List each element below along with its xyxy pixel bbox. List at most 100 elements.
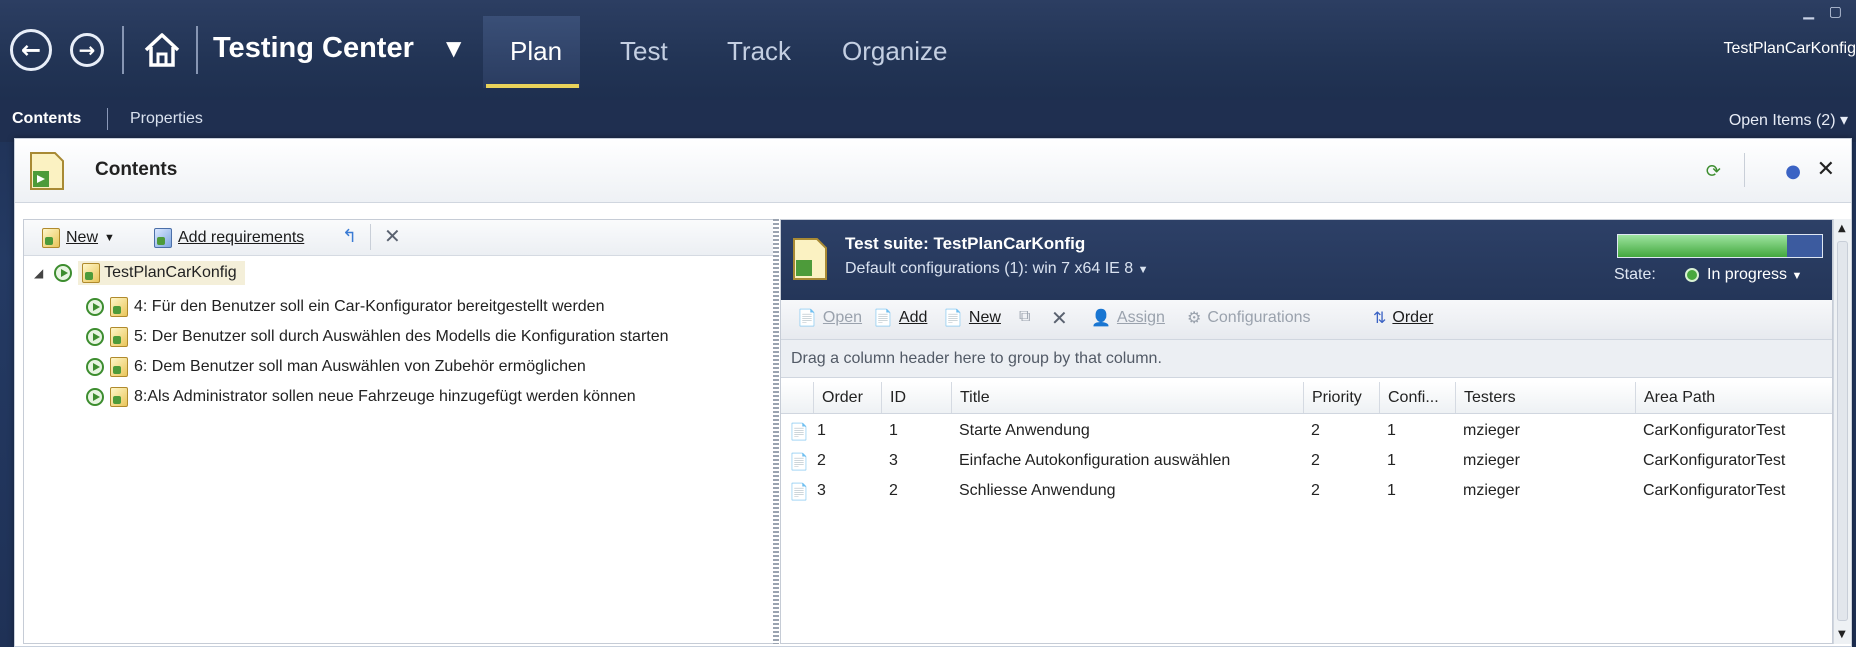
- open-label: Open: [822, 309, 863, 326]
- column-header-priority[interactable]: Priority: [1303, 382, 1379, 413]
- assign-button[interactable]: 👤 Assign: [1091, 308, 1165, 328]
- close-icon[interactable]: ✕: [1817, 157, 1835, 182]
- tab-organize[interactable]: Organize: [842, 36, 948, 67]
- column-header-configurations[interactable]: Confi...: [1379, 382, 1455, 413]
- maximize-icon[interactable]: ▢: [1829, 4, 1842, 20]
- scroll-up-icon[interactable]: ▲: [1838, 223, 1846, 234]
- minimize-icon[interactable]: ▁: [1803, 4, 1814, 20]
- tree-item[interactable]: 4: Für den Benutzer soll ein Car-Konfigu…: [86, 292, 604, 322]
- plan-name-label[interactable]: TestPlanCarKonfig: [1723, 40, 1856, 58]
- test-case-icon: 📄: [789, 454, 809, 471]
- group-by-hint[interactable]: Drag a column header here to group by th…: [781, 340, 1832, 378]
- new-button[interactable]: New ▼: [42, 228, 115, 248]
- cell-title: Schliesse Anwendung: [959, 482, 1116, 499]
- table-row[interactable]: 📄 1 1 Starte Anwendung 2 1 mzieger CarKo…: [781, 416, 1832, 446]
- subtab-properties[interactable]: Properties: [130, 110, 203, 128]
- refresh-icon[interactable]: ⟳: [1706, 161, 1721, 182]
- column-header-testers[interactable]: Testers: [1455, 382, 1635, 413]
- suite-header: Test suite: TestPlanCarKonfig Default co…: [781, 220, 1832, 300]
- column-header-id[interactable]: ID: [881, 382, 951, 413]
- collapse-icon[interactable]: ◢: [34, 266, 48, 280]
- test-suite-status-icon: [86, 388, 104, 406]
- tree-item-label: 4: Für den Benutzer soll ein Car-Konfigu…: [134, 298, 605, 315]
- requirement-suite-icon: [110, 327, 128, 347]
- app-title: Testing Center: [213, 32, 414, 64]
- top-nav-bar: ← → Testing Center ▼ Plan Test Track Org…: [0, 0, 1856, 100]
- delete-icon[interactable]: ✕: [384, 224, 401, 249]
- table-row[interactable]: 📄 3 2 Schliesse Anwendung 2 1 mzieger Ca…: [781, 476, 1832, 506]
- help-icon[interactable]: ●: [1785, 161, 1801, 182]
- move-up-icon[interactable]: ↰: [342, 226, 357, 247]
- requirement-suite-icon: [110, 387, 128, 407]
- tab-test[interactable]: Test: [620, 36, 668, 67]
- sub-nav-bar: Contents Properties Open Items (2) ▾: [0, 100, 1856, 142]
- test-suite-status-icon: [86, 358, 104, 376]
- home-icon[interactable]: [140, 28, 184, 72]
- new-test-case-button[interactable]: 📄 New: [943, 308, 1001, 328]
- new-label: New: [66, 229, 99, 246]
- test-suite-status-icon: [86, 298, 104, 316]
- cell-priority: 2: [1311, 482, 1320, 499]
- subtab-contents[interactable]: Contents: [12, 110, 81, 128]
- forward-icon[interactable]: →: [70, 33, 104, 67]
- back-icon[interactable]: ←: [10, 29, 52, 71]
- test-case-icon: 📄: [789, 484, 809, 501]
- add-label: Add: [898, 309, 928, 326]
- cell-title: Starte Anwendung: [959, 422, 1090, 439]
- back-glyph: ←: [20, 36, 42, 64]
- row-indicator-header: [781, 382, 813, 413]
- remove-icon[interactable]: ✕: [1051, 306, 1068, 331]
- cell-title: Einfache Autokonfiguration auswählen: [959, 452, 1231, 469]
- cell-id: 2: [889, 482, 898, 499]
- suite-title: Test suite: TestPlanCarKonfig: [845, 234, 1086, 253]
- nav-separator: [122, 26, 124, 74]
- column-header-order[interactable]: Order: [813, 382, 881, 413]
- tree-root-label: TestPlanCarKonfig: [104, 264, 237, 282]
- tree-item[interactable]: 8:Als Administrator sollen neue Fahrzeug…: [86, 382, 636, 412]
- chevron-down-icon[interactable]: ▼: [446, 36, 461, 60]
- cell-testers: mzieger: [1463, 482, 1520, 499]
- configurations-button[interactable]: ⚙ Configurations: [1187, 308, 1311, 328]
- active-tab-indicator: [486, 84, 579, 88]
- default-configurations[interactable]: Default configurations (1): win 7 x64 IE…: [845, 260, 1149, 278]
- state-dropdown[interactable]: In progress ▼: [1707, 266, 1802, 284]
- tree-item[interactable]: 5: Der Benutzer soll durch Auswählen des…: [86, 322, 669, 352]
- open-button[interactable]: 📄 Open: [797, 308, 862, 328]
- requirement-suite-icon: [110, 297, 128, 317]
- open-items-dropdown[interactable]: Open Items (2) ▾: [1729, 110, 1848, 130]
- vertical-scrollbar[interactable]: ▲ ▼: [1833, 219, 1851, 644]
- cell-configurations: 1: [1387, 482, 1396, 499]
- grid-header: Order ID Title Priority Confi... Testers…: [781, 382, 1832, 414]
- test-suite-status-icon: [54, 264, 72, 282]
- config-label: Default configurations (1): win 7 x64 IE…: [845, 260, 1134, 277]
- add-button[interactable]: 📄 Add: [873, 308, 927, 328]
- open-items-label: Open Items (2): [1728, 112, 1836, 129]
- test-suite-icon: [793, 238, 827, 280]
- test-suite-pane: Test suite: TestPlanCarKonfig Default co…: [780, 219, 1833, 644]
- add-requirements-button[interactable]: Add requirements: [154, 228, 304, 248]
- order-button[interactable]: ⇅ Order: [1373, 308, 1433, 328]
- tree-item[interactable]: 6: Dem Benutzer soll man Auswählen von Z…: [86, 352, 586, 382]
- pane-splitter[interactable]: [773, 219, 779, 644]
- tab-plan[interactable]: Plan: [510, 36, 562, 67]
- tree-item-label: 8:Als Administrator sollen neue Fahrzeug…: [134, 388, 636, 405]
- test-suite-status-icon: [86, 328, 104, 346]
- copy-icon[interactable]: ⧉: [1019, 308, 1030, 326]
- column-header-area-path[interactable]: Area Path: [1635, 382, 1815, 413]
- column-header-title[interactable]: Title: [951, 382, 1303, 413]
- toolbar-separator: [370, 224, 371, 250]
- new-icon: 📄: [943, 310, 963, 327]
- tree-root[interactable]: ◢ TestPlanCarKonfig: [34, 258, 245, 288]
- scrollbar-thumb[interactable]: [1837, 241, 1848, 621]
- chevron-down-icon: ▾: [1839, 112, 1848, 129]
- chevron-down-icon: ▼: [104, 232, 115, 244]
- header-separator: [1744, 153, 1745, 187]
- cell-id: 1: [889, 422, 898, 439]
- configurations-label: Configurations: [1207, 309, 1311, 326]
- panel-title: Contents: [95, 159, 178, 180]
- cell-priority: 2: [1311, 452, 1320, 469]
- tab-track[interactable]: Track: [727, 36, 791, 67]
- test-plan-icon: [30, 152, 64, 190]
- table-row[interactable]: 📄 2 3 Einfache Autokonfiguration auswähl…: [781, 446, 1832, 476]
- scroll-down-icon[interactable]: ▼: [1838, 629, 1846, 640]
